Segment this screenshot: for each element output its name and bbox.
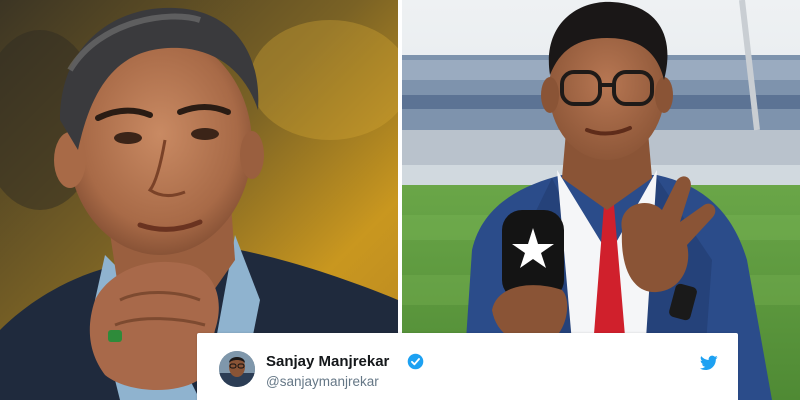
display-name[interactable]: Sanjay Manjrekar [266, 353, 389, 370]
avatar-image [219, 351, 255, 387]
user-handle[interactable]: @sanjaymanjrekar [266, 374, 379, 389]
twitter-bird-icon[interactable] [700, 355, 718, 371]
ring [108, 330, 122, 342]
tweet-card[interactable]: Sanjay Manjrekar @sanjaymanjrekar [197, 333, 738, 400]
collage: Sanjay Manjrekar @sanjaymanjrekar [0, 0, 800, 400]
verified-badge-icon [407, 353, 424, 370]
avatar[interactable] [219, 351, 255, 387]
